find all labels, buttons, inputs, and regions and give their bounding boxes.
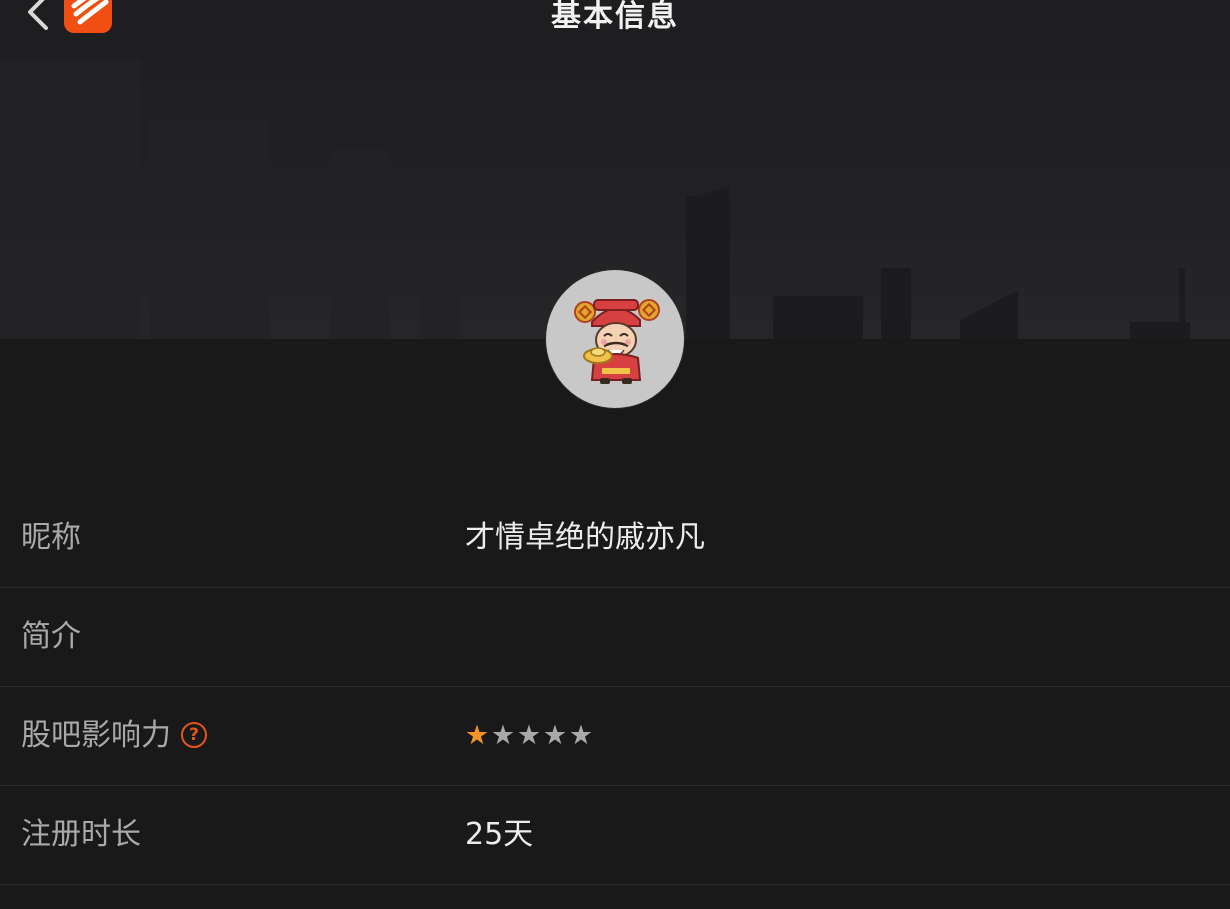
profile-page: 基本信息 昵称 才情卓绝的戚亦凡 简介 股吧影响力 ? ★ ★ ★ ★ ★ 注册… xyxy=(0,0,1230,909)
influence-label: 股吧影响力 xyxy=(21,718,171,753)
question-circle-icon[interactable]: ? xyxy=(181,721,207,748)
nickname-label: 昵称 xyxy=(21,520,81,555)
influence-label-wrap: 股吧影响力? xyxy=(21,687,207,785)
bio-row[interactable]: 简介 xyxy=(0,588,1230,687)
star-icon: ★ xyxy=(516,720,542,751)
god-of-wealth-avatar xyxy=(574,299,660,384)
star-icon: ★ xyxy=(464,720,490,751)
register-duration-label: 注册时长 xyxy=(21,817,141,852)
nav-bar: 基本信息 xyxy=(0,0,1230,40)
avatar[interactable] xyxy=(546,270,684,408)
star-icon: ★ xyxy=(490,720,516,751)
nickname-value: 才情卓绝的戚亦凡 xyxy=(465,520,705,555)
register-duration-value: 25天 xyxy=(465,817,534,852)
info-list: 昵称 才情卓绝的戚亦凡 简介 股吧影响力? ★ ★ ★ ★ ★ 注册时长 25天 xyxy=(0,489,1230,885)
register-duration-row: 注册时长 25天 xyxy=(0,786,1230,885)
bio-label: 简介 xyxy=(21,619,81,654)
star-icon: ★ xyxy=(542,720,568,751)
page-title: 基本信息 xyxy=(551,0,679,34)
nickname-row[interactable]: 昵称 才情卓绝的戚亦凡 xyxy=(0,489,1230,588)
influence-rating: ★ ★ ★ ★ ★ xyxy=(464,722,594,750)
star-icon: ★ xyxy=(568,720,594,751)
influence-row: 股吧影响力? ★ ★ ★ ★ ★ xyxy=(0,687,1230,786)
